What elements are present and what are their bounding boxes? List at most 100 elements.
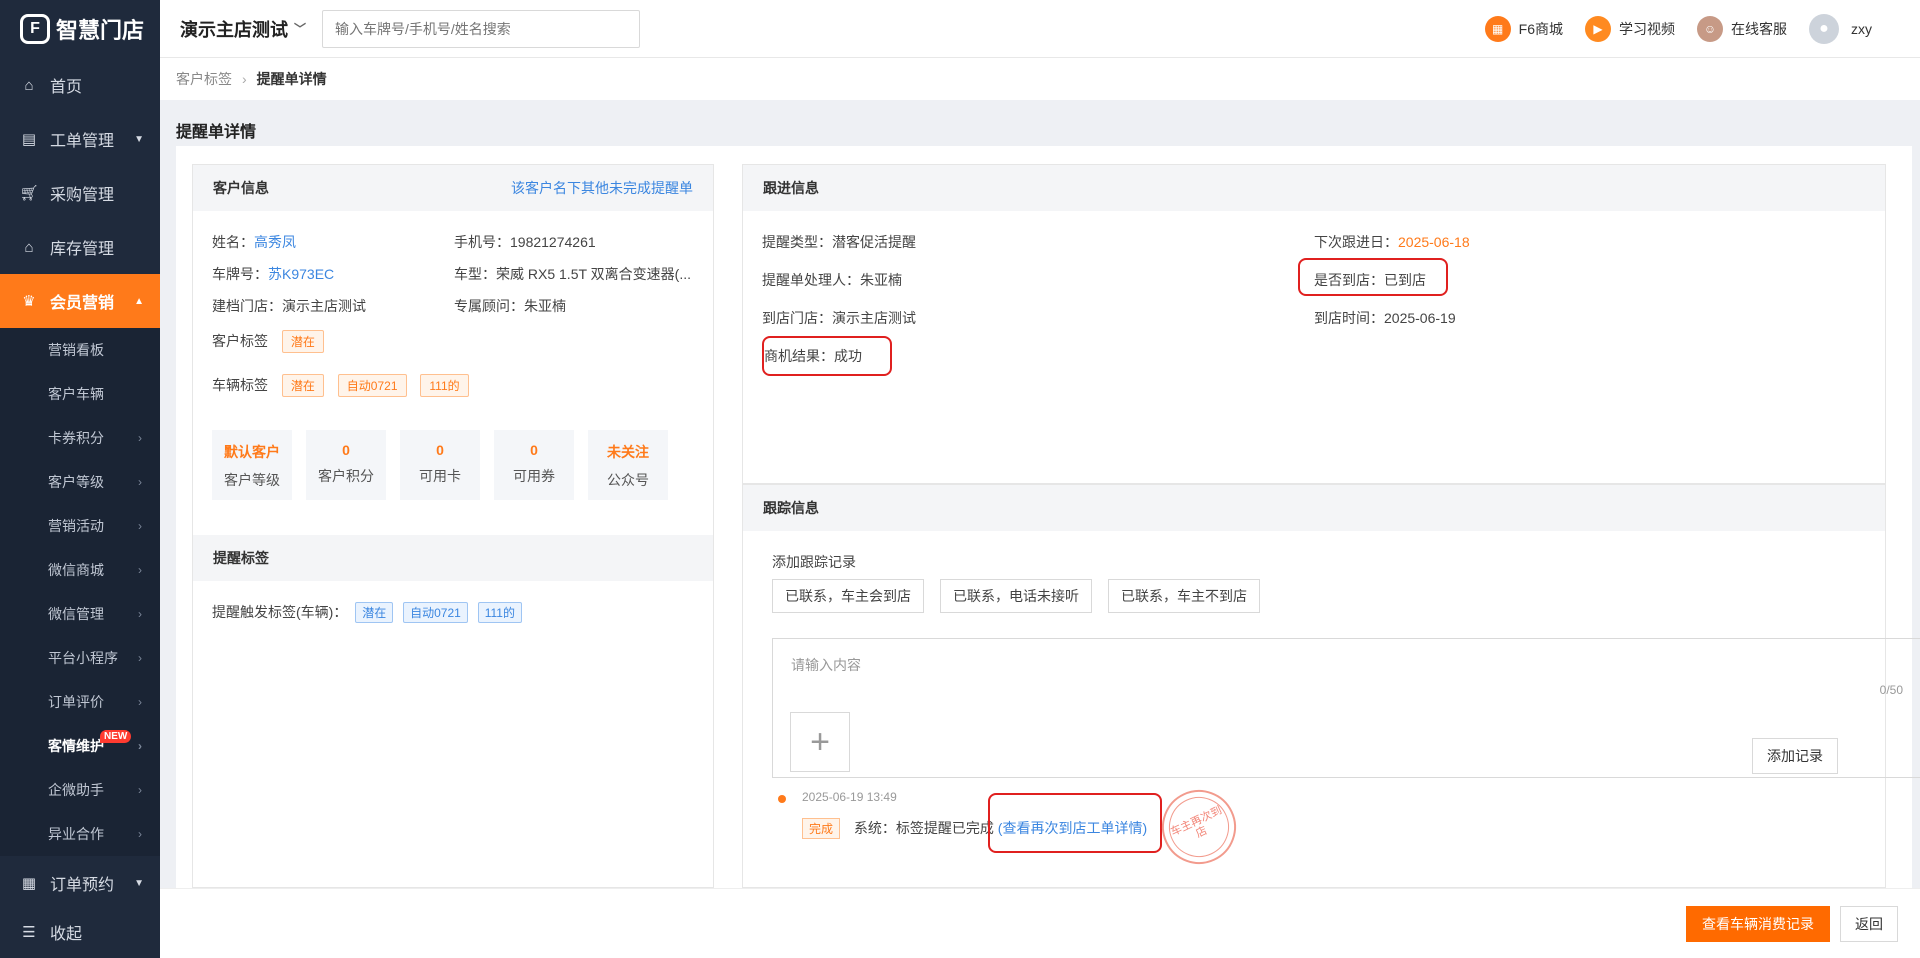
app-logo[interactable]: F 智慧门店 (0, 0, 160, 58)
sub-label: 客户等级 (48, 474, 104, 490)
crown-icon: ♛ (22, 293, 36, 310)
view-consumption-button[interactable]: 查看车辆消费记录 (1686, 906, 1830, 942)
search-input[interactable] (322, 9, 641, 48)
sub-label: 微信商城 (48, 562, 104, 578)
plate-link[interactable]: 苏K973EC (268, 266, 334, 282)
online-service-button[interactable]: ☺ 在线客服 (1697, 16, 1787, 42)
value: 荣威 RX5 1.5T 双离合变速器(... (496, 266, 691, 282)
customer-name-link[interactable]: 高秀凤 (254, 234, 296, 250)
sidebar-item-label: 工单管理 (50, 133, 115, 150)
chevron-right-icon: › (138, 519, 142, 533)
chevron-right-icon: › (138, 563, 142, 577)
sidebar-item-order-booking[interactable]: ▦ 订单预约 ▼ (0, 856, 160, 910)
upload-image-button[interactable]: + (790, 712, 850, 772)
quick-reply-will-visit[interactable]: 已联系，车主会到店 (772, 579, 924, 613)
trigger-tag: 潜在 (355, 602, 394, 623)
label: 到店门店： (762, 310, 832, 326)
label: 姓名： (212, 234, 254, 250)
calendar-icon: ▦ (21, 875, 37, 892)
sidebar-collapse[interactable]: ☰ 收起 (0, 910, 160, 954)
stat-points[interactable]: 0 客户积分 (306, 430, 386, 500)
label: 客户标签 (212, 333, 268, 349)
user-avatar-icon: ● (1809, 14, 1839, 44)
sidebar-item-label: 库存管理 (50, 241, 115, 258)
user-menu[interactable]: ● zxy (1809, 14, 1872, 44)
tracking-content-input[interactable]: 请输入内容 0/50 (772, 638, 1920, 778)
stat-official-account[interactable]: 未关注 公众号 (588, 430, 668, 500)
sidebar-item-purchase[interactable]: 🛒︎ 采购管理 (0, 166, 160, 220)
page-title: 提醒单详情 (176, 124, 257, 141)
sidebar-sub-cards-points[interactable]: 卡券积分 › (0, 416, 160, 460)
label: 车辆标签 (212, 377, 268, 393)
sidebar-sub-customer-levels[interactable]: 客户等级 › (0, 460, 160, 504)
sidebar-item-home[interactable]: ⌂ 首页 (0, 58, 160, 112)
stat-label: 客户积分 (318, 468, 374, 484)
plus-icon: + (810, 722, 830, 761)
sub-label: 营销活动 (48, 518, 104, 534)
label: 提醒类型： (762, 234, 832, 250)
sidebar-sub-customer-care[interactable]: 客情维护 NEW › (0, 724, 160, 768)
quick-reply-no-answer[interactable]: 已联系，电话未接听 (940, 579, 1092, 613)
footer-bar (160, 888, 1920, 958)
sidebar-item-work-orders[interactable]: ▤ 工单管理 ▼ (0, 112, 160, 166)
play-icon: ▶ (1585, 16, 1611, 42)
arrival-store: 到店门店：演示主店测试 (762, 308, 916, 328)
card-title: 客户信息 (213, 180, 269, 196)
sidebar-sub-wechat-management[interactable]: 微信管理 › (0, 592, 160, 636)
stat-value: 0 (530, 442, 538, 458)
sidebar-sub-campaigns[interactable]: 营销活动 › (0, 504, 160, 548)
chevron-right-icon: › (138, 739, 142, 753)
value: 朱亚楠 (860, 272, 902, 288)
sidebar-item-inventory[interactable]: ⌂ 库存管理 (0, 220, 160, 274)
sidebar-item-member-marketing[interactable]: ♛ 会员营销 ▲ (0, 274, 160, 328)
sidebar-sub-dashboard[interactable]: 营销看板 (0, 328, 160, 372)
sub-label: 订单评价 (48, 694, 104, 710)
trigger-tags-row: 提醒触发标签(车辆)： 潜在 自动0721 111的 (212, 602, 528, 623)
customer-store: 建档门店：演示主店测试 (212, 296, 366, 316)
stat-label: 可用券 (513, 468, 555, 484)
vehicle-tag: 自动0721 (337, 374, 407, 397)
sidebar-item-label: 收起 (50, 926, 83, 943)
f6-mall-button[interactable]: ▦ F6商城 (1484, 16, 1563, 42)
arrival-time: 到店时间：2025-06-19 (1314, 308, 1456, 328)
service-label: 在线客服 (1731, 21, 1787, 37)
sidebar-sub-order-reviews[interactable]: 订单评价 › (0, 680, 160, 724)
home-icon: ⌂ (24, 76, 34, 94)
value: 演示主店测试 (282, 298, 366, 314)
input-placeholder: 请输入内容 (791, 657, 861, 673)
chevron-right-icon: › (138, 431, 142, 445)
stat-customer-level[interactable]: 默认客户 客户等级 (212, 430, 292, 500)
sidebar-sub-wechat-mall[interactable]: 微信商城 › (0, 548, 160, 592)
other-reminders-link[interactable]: 该客户名下其他未完成提醒单 (511, 178, 693, 198)
chevron-right-icon: › (138, 651, 142, 665)
label: 车牌号： (212, 266, 268, 282)
chevron-down-icon: ﹀ (294, 22, 307, 36)
value: 19821274261 (510, 234, 596, 250)
sidebar-sub-mini-program[interactable]: 平台小程序 › (0, 636, 160, 680)
add-record-button[interactable]: 添加记录 (1752, 738, 1838, 774)
new-badge: NEW (100, 730, 132, 743)
next-follow-date: 下次跟进日：2025-06-18 (1314, 232, 1470, 252)
card-title: 跟进信息 (763, 180, 819, 196)
top-header: 演示主店测试 ﹀ ▦ F6商城 ▶ 学习视频 ☺ 在线客服 ● zxy (160, 0, 1920, 58)
back-button[interactable]: 返回 (1840, 906, 1898, 942)
stat-coupons[interactable]: 0 可用券 (494, 430, 574, 500)
learning-video-button[interactable]: ▶ 学习视频 (1585, 16, 1675, 42)
sidebar-sub-customer-vehicles[interactable]: 客户车辆 (0, 372, 160, 416)
breadcrumb-parent[interactable]: 客户标签 (176, 69, 232, 89)
stat-cards[interactable]: 0 可用卡 (400, 430, 480, 500)
customer-plate: 车牌号：苏K973EC (212, 264, 334, 284)
document-icon: ▤ (21, 131, 37, 148)
reminder-tags-title: 提醒标签 (213, 550, 269, 566)
stat-label: 可用卡 (419, 468, 461, 484)
logo-mark-icon: F (20, 14, 50, 44)
quick-reply-wont-visit[interactable]: 已联系，车主不到店 (1108, 579, 1260, 613)
caret-down-icon: ▼ (134, 133, 144, 145)
video-label: 学习视频 (1619, 21, 1675, 37)
timeline-dot (778, 795, 786, 803)
store-selector[interactable]: 演示主店测试 ﹀ (180, 16, 306, 42)
char-counter: 0/50 (1879, 683, 1903, 697)
sidebar-sub-wecom-assistant[interactable]: 企微助手 › (0, 768, 160, 812)
label: 到店时间： (1314, 310, 1384, 326)
sidebar-sub-cross-industry[interactable]: 异业合作 › (0, 812, 160, 856)
